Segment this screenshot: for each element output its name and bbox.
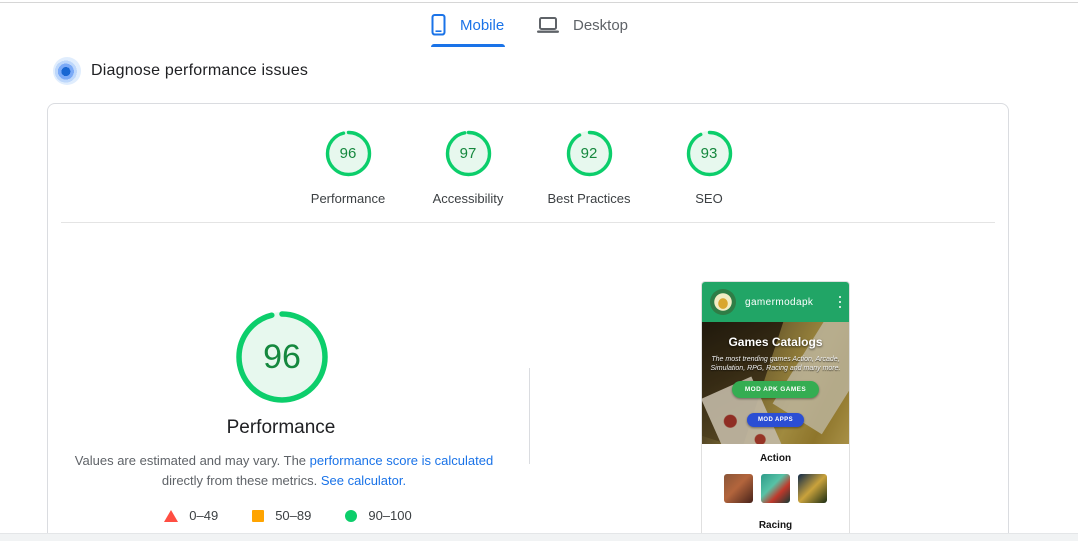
site-logo (710, 289, 736, 315)
category-action: Action (702, 453, 849, 464)
score-item-accessibility[interactable]: 97 Accessibility (408, 129, 528, 206)
score-item-best-practices[interactable]: 92 Best Practices (529, 129, 649, 206)
score-value: 97 (444, 129, 493, 178)
site-name: gamermodapk (745, 297, 813, 308)
game-thumbnail (761, 474, 790, 503)
average-square-icon (252, 510, 264, 522)
vertical-divider (529, 368, 530, 464)
preview-hero: Games Catalogs The most trending games A… (702, 322, 849, 444)
score-value: 92 (565, 129, 614, 178)
game-thumbnails (702, 474, 849, 503)
legend-range: 0–49 (189, 508, 218, 523)
score-label: SEO (649, 191, 769, 206)
section-divider (61, 222, 995, 223)
disclaimer-text: Values are estimated and may vary. The p… (74, 451, 494, 491)
active-tab-indicator (431, 44, 505, 47)
disclaimer-before: Values are estimated and may vary. The (75, 453, 306, 468)
legend-pass: 90–100 (345, 508, 411, 523)
phone-icon (430, 13, 447, 37)
top-divider (0, 2, 1078, 3)
game-thumbnail (724, 474, 753, 503)
laptop-icon (536, 14, 560, 36)
score-item-seo[interactable]: 93 SEO (649, 129, 769, 206)
score-legend: 0–49 50–89 90–100 (133, 508, 443, 523)
category-racing: Racing (702, 520, 849, 531)
performance-gauge: 96 (233, 308, 331, 406)
pass-circle-icon (345, 510, 357, 522)
legend-average: 50–89 (252, 508, 311, 523)
score-value: 96 (324, 129, 373, 178)
hero-subtitle: The most trending games Action, Arcade, … (711, 355, 841, 373)
mod-apps-button: MOD APPS (747, 413, 804, 427)
mod-apk-games-button: MOD APK GAMES (732, 381, 819, 398)
fail-triangle-icon (164, 510, 178, 522)
tab-mobile-label: Mobile (460, 17, 504, 34)
score-value: 93 (685, 129, 734, 178)
score-label: Performance (288, 191, 408, 206)
horizontal-scrollbar[interactable] (0, 533, 1078, 541)
calculator-link[interactable]: See calculator. (321, 473, 406, 488)
report-card: 96 Performance 97 Accessibility 92 Best … (47, 103, 1009, 541)
hero-title: Games Catalogs (702, 322, 849, 349)
legend-fail: 0–49 (164, 508, 218, 523)
disclaimer-middle: directly from these metrics. (162, 473, 317, 488)
calculated-link[interactable]: performance score is calculated (310, 453, 494, 468)
preview-app-bar: gamermodapk (702, 282, 849, 322)
legend-range: 90–100 (368, 508, 411, 523)
score-gauge: 97 (444, 129, 493, 178)
performance-score-value: 96 (233, 308, 331, 406)
performance-gauge-label: Performance (131, 417, 431, 439)
score-label: Best Practices (529, 191, 649, 206)
tab-desktop-label: Desktop (573, 17, 628, 34)
page-screenshot-preview[interactable]: gamermodapk Games Catalogs The most tren… (701, 281, 850, 541)
speedometer-icon (53, 57, 81, 85)
legend-range: 50–89 (275, 508, 311, 523)
score-gauge: 96 (324, 129, 373, 178)
score-gauge: 92 (565, 129, 614, 178)
score-item-performance[interactable]: 96 Performance (288, 129, 408, 206)
tab-mobile[interactable]: Mobile (430, 8, 504, 42)
section-header: Diagnose performance issues (53, 57, 308, 85)
page-title: Diagnose performance issues (91, 62, 308, 80)
score-gauge: 93 (685, 129, 734, 178)
tab-desktop[interactable]: Desktop (536, 8, 628, 42)
score-label: Accessibility (408, 191, 528, 206)
game-thumbnail (798, 474, 827, 503)
kebab-menu-icon (839, 296, 842, 309)
